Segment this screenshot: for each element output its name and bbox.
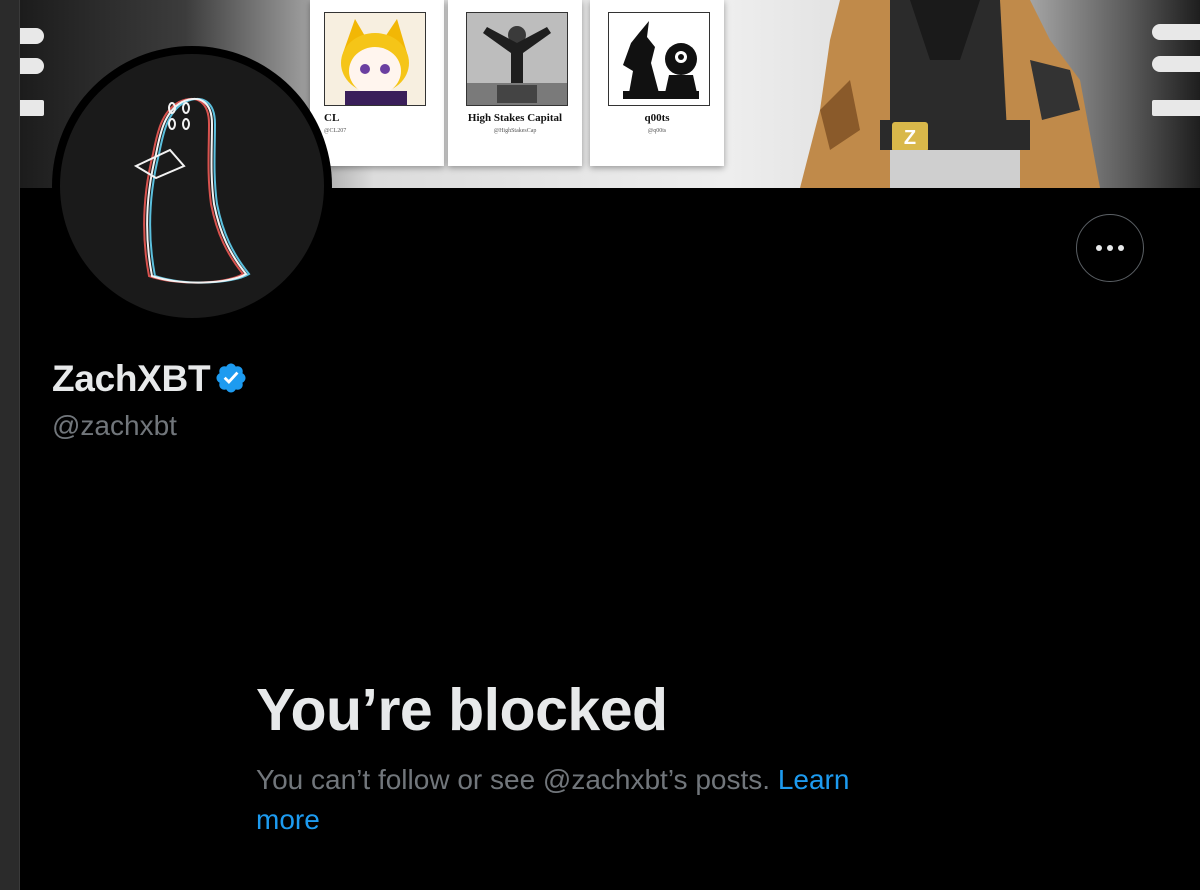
svg-text:Z: Z xyxy=(904,127,916,149)
blocked-message-text: You can’t follow or see @zachxbt’s posts… xyxy=(256,764,771,795)
banner-shape xyxy=(20,58,44,74)
blocked-message: You can’t follow or see @zachxbt’s posts… xyxy=(256,760,916,840)
verified-badge-icon[interactable] xyxy=(214,361,248,400)
display-name: ZachXBT xyxy=(52,358,211,399)
anime-cat-image xyxy=(324,12,426,106)
window-left-edge xyxy=(0,0,20,890)
profile-name-row: ZachXBT xyxy=(52,358,248,400)
avatar-image xyxy=(60,54,324,318)
card-handle: @HighStakesCap xyxy=(493,128,537,134)
person-photo-image xyxy=(466,12,568,106)
banner-shape xyxy=(20,28,44,44)
banner-card-cl: CL @CL207 xyxy=(310,0,444,166)
more-options-button[interactable] xyxy=(1076,214,1144,282)
banner-card-high-stakes-capital: High Stakes Capital @HighStakesCap xyxy=(448,0,582,166)
card-name: High Stakes Capital xyxy=(467,112,563,124)
card-handle: @CL207 xyxy=(324,128,347,134)
cartoon-character-image: Z xyxy=(800,0,1100,188)
card-name: q00ts xyxy=(644,112,670,124)
banner-shape xyxy=(20,100,44,116)
more-horizontal-icon xyxy=(1096,245,1124,251)
card-name: CL xyxy=(324,112,340,124)
blocked-title: You’re blocked xyxy=(256,677,668,743)
banner-card-q00ts: q00ts @q00ts xyxy=(590,0,724,166)
card-handle: @q00ts xyxy=(647,128,667,134)
chess-pieces-image xyxy=(608,12,710,106)
profile-handle: @zachxbt xyxy=(52,410,177,441)
ghost-penguin-icon xyxy=(133,97,251,284)
profile-avatar[interactable] xyxy=(52,46,332,326)
